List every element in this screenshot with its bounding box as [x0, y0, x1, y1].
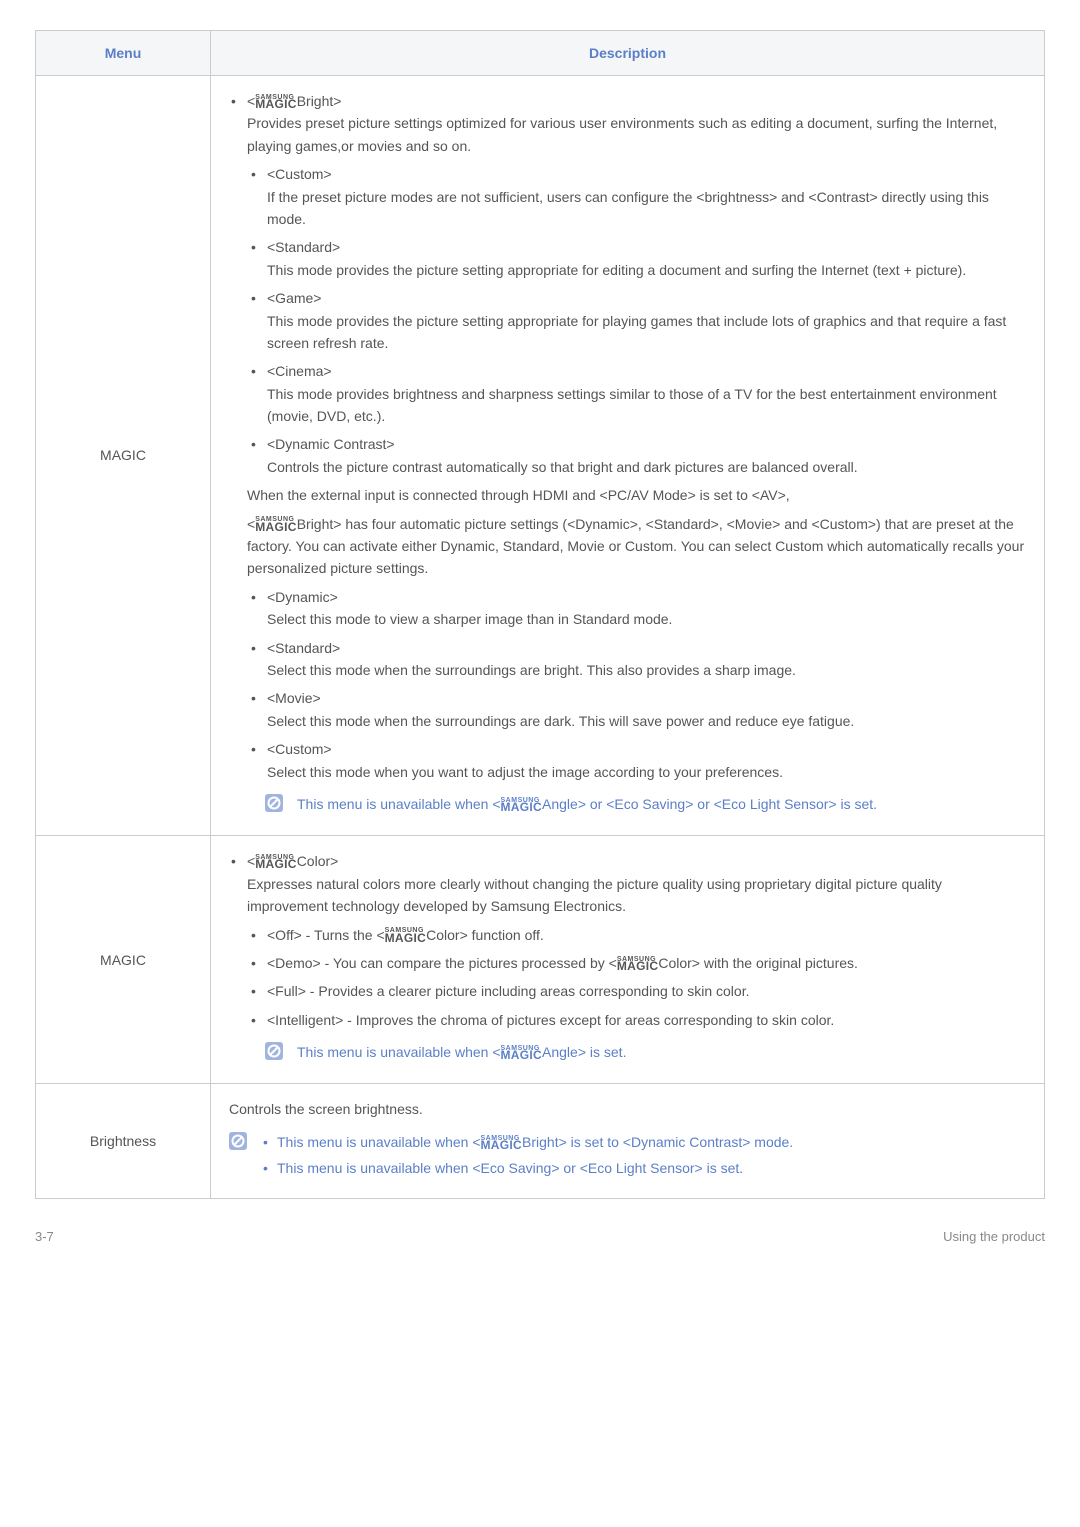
menu-description-table: Menu Description MAGIC <SAMSUNGMAGICBrig…	[35, 30, 1045, 1199]
note-brightness-2: This menu is unavailable when <Eco Savin…	[261, 1157, 1026, 1179]
bright-label-suffix: Bright>	[297, 93, 342, 109]
col-header-menu: Menu	[36, 31, 211, 76]
samsung-magic-logo: SAMSUNGMAGIC	[255, 517, 297, 531]
hdmi-line: When the external input is connected thr…	[247, 484, 1026, 506]
col-header-description: Description	[211, 31, 1045, 76]
desc-cell-magic-bright: <SAMSUNGMAGICBright> Provides preset pic…	[211, 76, 1045, 836]
note-color: This menu is unavailable when <SAMSUNGMA…	[265, 1041, 1026, 1063]
samsung-magic-logo: SAMSUNGMAGIC	[481, 1136, 523, 1150]
subitem-full: <Full> - Provides a clearer picture incl…	[247, 980, 1026, 1002]
subitem-standard2: <Standard> Select this mode when the sur…	[247, 637, 1026, 682]
subitem-dynamic-contrast: <Dynamic Contrast> Controls the picture …	[247, 433, 1026, 478]
subitem-game: <Game> This mode provides the picture se…	[247, 287, 1026, 354]
samsung-magic-logo: SAMSUNGMAGIC	[617, 957, 659, 971]
subitem-movie: <Movie> Select this mode when the surrou…	[247, 687, 1026, 732]
samsung-magic-logo: SAMSUNGMAGIC	[255, 95, 297, 109]
samsung-magic-logo: SAMSUNGMAGIC	[501, 1046, 543, 1060]
menu-cell-magic-bright: MAGIC	[36, 76, 211, 836]
color-label-suffix: Color>	[297, 853, 339, 869]
menu-cell-magic-color: MAGIC	[36, 836, 211, 1084]
samsung-magic-logo: SAMSUNGMAGIC	[501, 798, 543, 812]
samsung-magic-logo: SAMSUNGMAGIC	[255, 855, 297, 869]
menu-cell-brightness: Brightness	[36, 1084, 211, 1198]
hdmi-bright-line: <SAMSUNGMAGICBright> has four automatic …	[247, 513, 1026, 580]
subitem-off: <Off> - Turns the <SAMSUNGMAGICColor> fu…	[247, 924, 1026, 946]
subitem-dynamic: <Dynamic> Select this mode to view a sha…	[247, 586, 1026, 631]
footer-left: 3-7	[35, 1229, 54, 1244]
color-intro: Expresses natural colors more clearly wi…	[247, 873, 1026, 918]
samsung-magic-logo: SAMSUNGMAGIC	[385, 928, 427, 942]
page-footer: 3-7 Using the product	[0, 1219, 1080, 1269]
subitem-custom2: <Custom> Select this mode when you want …	[247, 738, 1026, 783]
subitem-standard: <Standard> This mode provides the pictur…	[247, 236, 1026, 281]
info-icon	[229, 1132, 247, 1150]
item-magic-color: <SAMSUNGMAGICColor> Expresses natural co…	[229, 850, 1026, 1063]
info-icon	[265, 794, 283, 812]
subitem-custom: <Custom> If the preset picture modes are…	[247, 163, 1026, 230]
table-row: Brightness Controls the screen brightnes…	[36, 1084, 1045, 1198]
item-magic-bright: <SAMSUNGMAGICBright> Provides preset pic…	[229, 90, 1026, 815]
table-row: MAGIC <SAMSUNGMAGICColor> Expresses natu…	[36, 836, 1045, 1084]
info-icon	[265, 1042, 283, 1060]
subitem-demo: <Demo> - You can compare the pictures pr…	[247, 952, 1026, 974]
subitem-intelligent: <Intelligent> - Improves the chroma of p…	[247, 1009, 1026, 1031]
note-brightness-1: This menu is unavailable when <SAMSUNGMA…	[261, 1131, 1026, 1153]
document-page: Menu Description MAGIC <SAMSUNGMAGICBrig…	[0, 0, 1080, 1219]
table-row: MAGIC <SAMSUNGMAGICBright> Provides pres…	[36, 76, 1045, 836]
note-bright: This menu is unavailable when <SAMSUNGMA…	[265, 793, 1026, 815]
desc-cell-magic-color: <SAMSUNGMAGICColor> Expresses natural co…	[211, 836, 1045, 1084]
footer-right: Using the product	[943, 1229, 1045, 1244]
bright-intro: Provides preset picture settings optimiz…	[247, 112, 1026, 157]
subitem-cinema: <Cinema> This mode provides brightness a…	[247, 360, 1026, 427]
note-brightness: This menu is unavailable when <SAMSUNGMA…	[229, 1131, 1026, 1180]
brightness-intro: Controls the screen brightness.	[229, 1098, 1026, 1120]
desc-cell-brightness: Controls the screen brightness. This men…	[211, 1084, 1045, 1198]
